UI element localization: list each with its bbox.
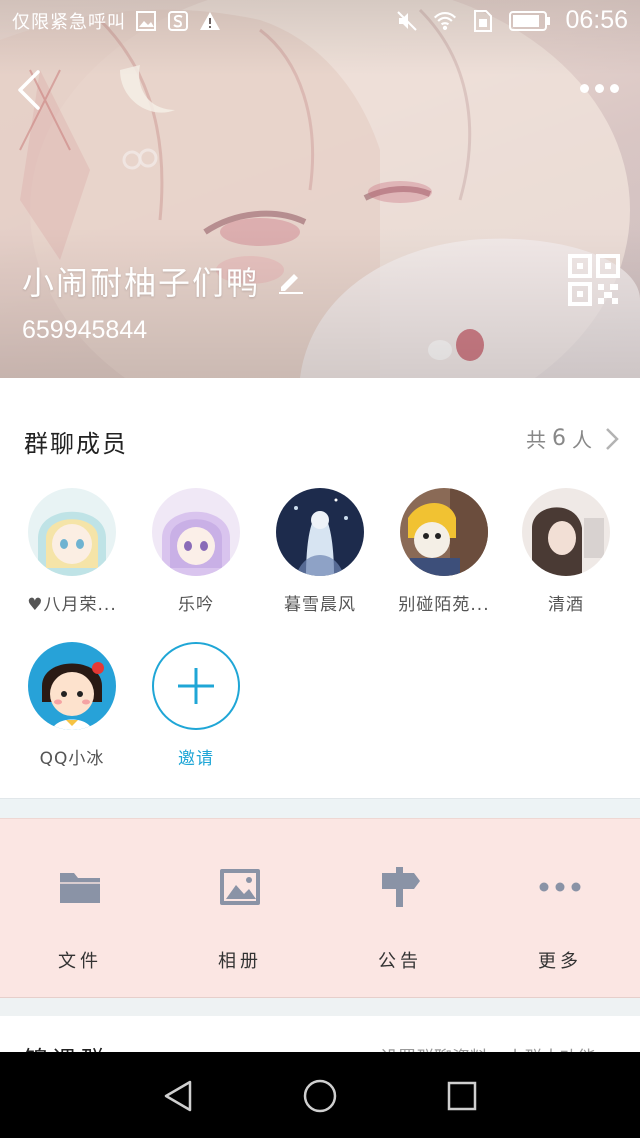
member-item[interactable]: QQ小冰 — [12, 642, 132, 769]
status-right: 06:56 — [395, 6, 628, 35]
member-name: 乐吟 — [178, 595, 214, 615]
member-item[interactable]: 别碰陌苑... — [384, 488, 504, 615]
avatar — [276, 488, 364, 576]
back-triangle-icon[interactable] — [160, 1078, 196, 1114]
shortcut-album[interactable]: 相册 — [160, 819, 320, 999]
battery-icon — [509, 9, 551, 33]
shortcut-label: 文件 — [58, 951, 102, 972]
warning-icon — [198, 9, 222, 33]
wifi-icon — [433, 9, 457, 33]
shortcut-label: 相册 — [218, 951, 262, 972]
members-card: 群聊成员 共6人 ♥八月荣... 乐吟 暮雪晨风 别碰陌苑... 清酒 QQ小冰… — [0, 378, 640, 798]
group-name-row: 小闹耐柚子们鸭 — [22, 258, 304, 304]
invite-label: 邀请 — [178, 749, 214, 769]
member-item[interactable]: 清酒 — [506, 488, 626, 615]
clock: 06:56 — [565, 6, 628, 34]
group-name: 小闹耐柚子们鸭 — [22, 264, 261, 302]
dot — [580, 83, 589, 93]
back-arrow-icon[interactable] — [14, 68, 44, 112]
member-name: 别碰陌苑... — [398, 595, 490, 615]
image-icon — [134, 9, 158, 33]
dot — [610, 83, 619, 93]
member-item[interactable]: 乐吟 — [136, 488, 256, 615]
avatar — [28, 488, 116, 576]
more-dots-icon[interactable] — [580, 78, 624, 98]
shortcut-label: 公告 — [378, 951, 422, 972]
members-title: 群聊成员 — [24, 430, 128, 458]
image-icon — [216, 863, 264, 911]
shortcut-announcement[interactable]: 公告 — [320, 819, 480, 999]
members-count-link[interactable]: 共6人 — [526, 424, 620, 453]
edit-pencil-icon[interactable] — [276, 267, 304, 295]
plus-icon — [152, 642, 240, 730]
status-bar: 仅限紧急呼叫 06:56 — [0, 0, 640, 44]
android-nav-bar — [0, 1052, 640, 1138]
shortcut-files[interactable]: 文件 — [0, 819, 160, 999]
member-name: 暮雪晨风 — [284, 595, 356, 615]
members-count-prefix: 共 — [526, 428, 546, 452]
chevron-right-icon — [606, 427, 619, 450]
avatar — [152, 488, 240, 576]
recents-square-icon[interactable] — [444, 1078, 480, 1114]
section-gap — [0, 998, 640, 1016]
s-app-icon — [166, 9, 190, 33]
signpost-icon — [376, 863, 424, 911]
more-dots-icon — [536, 863, 584, 911]
folder-icon — [56, 863, 104, 911]
member-name: ♥八月荣... — [27, 595, 117, 615]
group-header: 仅限紧急呼叫 06:56 小闹耐柚子们鸭 659945844 — [0, 0, 640, 378]
avatar — [522, 488, 610, 576]
shortcut-bar: 文件 相册 公告 更多 — [0, 818, 640, 998]
group-id: 659945844 — [22, 316, 148, 344]
members-count-suffix: 人 — [572, 428, 592, 452]
members-count-number: 6 — [552, 426, 566, 451]
shortcut-more[interactable]: 更多 — [480, 819, 640, 999]
shortcut-label: 更多 — [538, 951, 582, 972]
mute-icon — [395, 9, 419, 33]
member-name: 清酒 — [548, 595, 584, 615]
qr-code-icon[interactable] — [568, 254, 620, 306]
section-gap — [0, 798, 640, 818]
avatar — [28, 642, 116, 730]
carrier-label: 仅限紧急呼叫 — [12, 12, 126, 33]
home-circle-icon[interactable] — [302, 1078, 338, 1114]
member-item[interactable]: ♥八月荣... — [12, 488, 132, 615]
member-name: QQ小冰 — [39, 749, 105, 769]
member-item[interactable]: 暮雪晨风 — [260, 488, 380, 615]
invite-button[interactable]: 邀请 — [136, 642, 256, 769]
status-left: 仅限紧急呼叫 — [12, 8, 222, 34]
group-info-row[interactable]: 锦课群 设置群聊资料，小群大功能 — [0, 1016, 640, 1056]
sim-icon — [471, 9, 495, 33]
dot — [595, 83, 604, 93]
avatar — [400, 488, 488, 576]
